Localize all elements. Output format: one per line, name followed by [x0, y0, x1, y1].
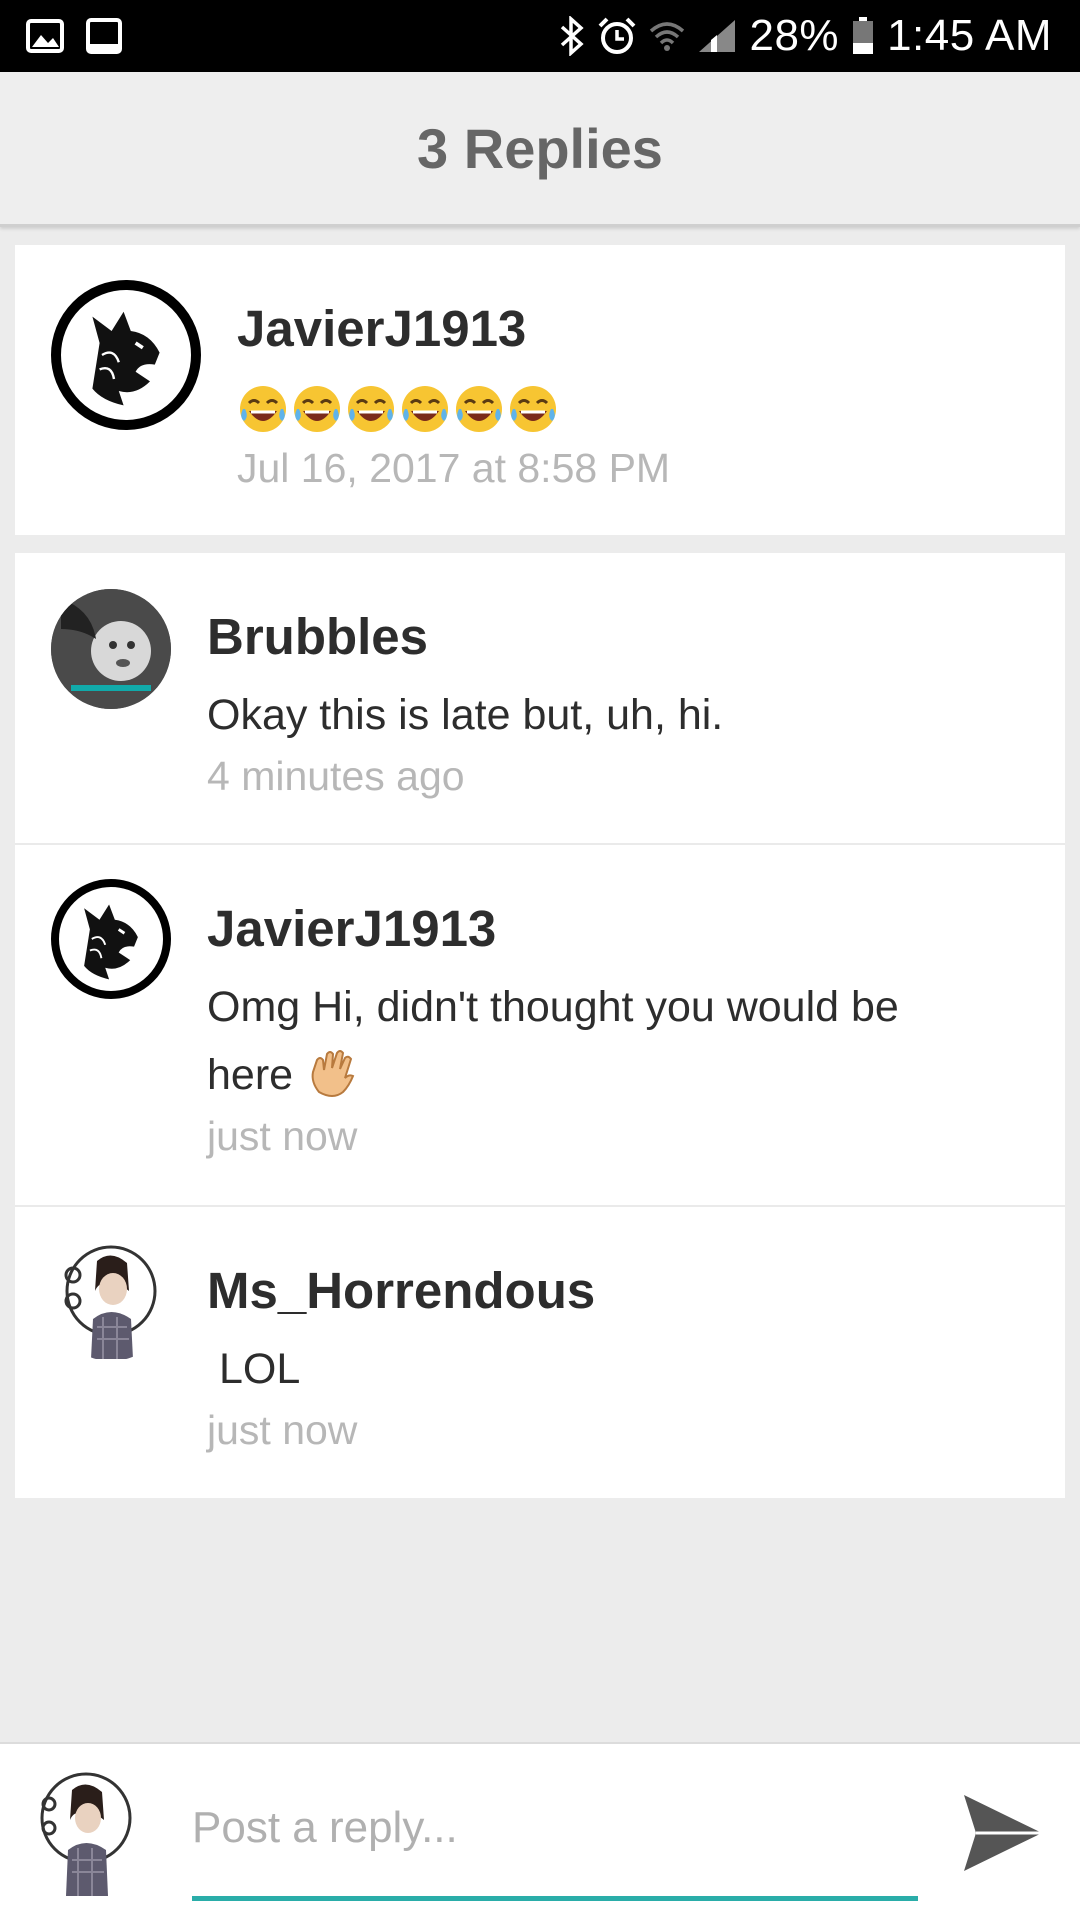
reply-text-line: Omg Hi, didn't thought you would be	[207, 983, 899, 1031]
person-photo-icon	[51, 589, 171, 709]
page-title: 3 Replies	[417, 116, 663, 180]
reply-text: Omg Hi, didn't thought you would be here	[207, 973, 1027, 1109]
photo-avatar[interactable]	[51, 589, 171, 709]
battery-icon	[851, 16, 875, 56]
reply-username[interactable]: Brubbles	[207, 607, 428, 666]
bluetooth-icon	[559, 16, 585, 56]
tears-of-joy-emoji-icon	[294, 386, 340, 432]
alarm-icon	[597, 16, 637, 56]
tears-of-joy-emoji-icon	[402, 386, 448, 432]
tears-of-joy-emoji-icon	[240, 386, 286, 432]
reply-username[interactable]: JavierJ1913	[207, 899, 496, 958]
gallery-icon	[26, 19, 64, 53]
reply-timestamp: just now	[207, 1113, 358, 1159]
clock: 1:45 AM	[887, 11, 1052, 60]
comment-username[interactable]: JavierJ1913	[237, 299, 526, 358]
reply-input-underline	[192, 1896, 918, 1901]
reply-text-line: here	[207, 1041, 1027, 1109]
tears-of-joy-emoji-icon	[510, 386, 556, 432]
wolf-logo-avatar[interactable]	[51, 280, 201, 430]
wolf-icon	[92, 311, 160, 406]
cartoon-girl-avatar[interactable]	[51, 1241, 171, 1361]
replies-header: 3 Replies	[0, 72, 1080, 227]
cartoon-girl-icon	[64, 1245, 157, 1359]
reply-username[interactable]: Ms_Horrendous	[207, 1261, 595, 1320]
wifi-icon	[649, 19, 685, 53]
reply-composer	[0, 1742, 1080, 1920]
reply-item[interactable]: Ms_Horrendous LOL just now	[15, 1207, 1065, 1498]
signal-icon	[697, 18, 737, 54]
battery-percent: 28%	[749, 11, 840, 60]
reply-timestamp: 4 minutes ago	[207, 753, 465, 799]
reply-text: Okay this is late but, uh, hi.	[207, 691, 724, 739]
tablet-icon	[86, 18, 122, 54]
emoji-row	[237, 383, 559, 435]
reply-input[interactable]	[192, 1788, 918, 1868]
send-icon	[964, 1795, 1042, 1871]
current-user-avatar	[36, 1772, 136, 1896]
reply-timestamp: just now	[207, 1407, 358, 1453]
reply-item[interactable]: Brubbles Okay this is late but, uh, hi. …	[15, 553, 1065, 843]
tears-of-joy-emoji-icon	[348, 386, 394, 432]
comment-timestamp: Jul 16, 2017 at 8:58 PM	[237, 445, 671, 491]
tears-of-joy-emoji-icon	[456, 386, 502, 432]
waving-hand-emoji-icon	[311, 1050, 355, 1097]
original-comment-card[interactable]: JavierJ1913 Jul 16, 2017 at 8:58 PM	[15, 245, 1065, 535]
reply-text: LOL	[219, 1345, 301, 1393]
wolf-icon	[84, 904, 138, 980]
status-bar: 28% 1:45 AM	[0, 0, 1080, 72]
cartoon-girl-icon	[40, 1772, 132, 1896]
send-button[interactable]	[958, 1788, 1048, 1878]
replies-list: Brubbles Okay this is late but, uh, hi. …	[15, 553, 1065, 1498]
wolf-logo-avatar[interactable]	[51, 879, 171, 999]
reply-text-word: here	[207, 1051, 294, 1099]
reply-item[interactable]: JavierJ1913 Omg Hi, didn't thought you w…	[15, 845, 1065, 1205]
